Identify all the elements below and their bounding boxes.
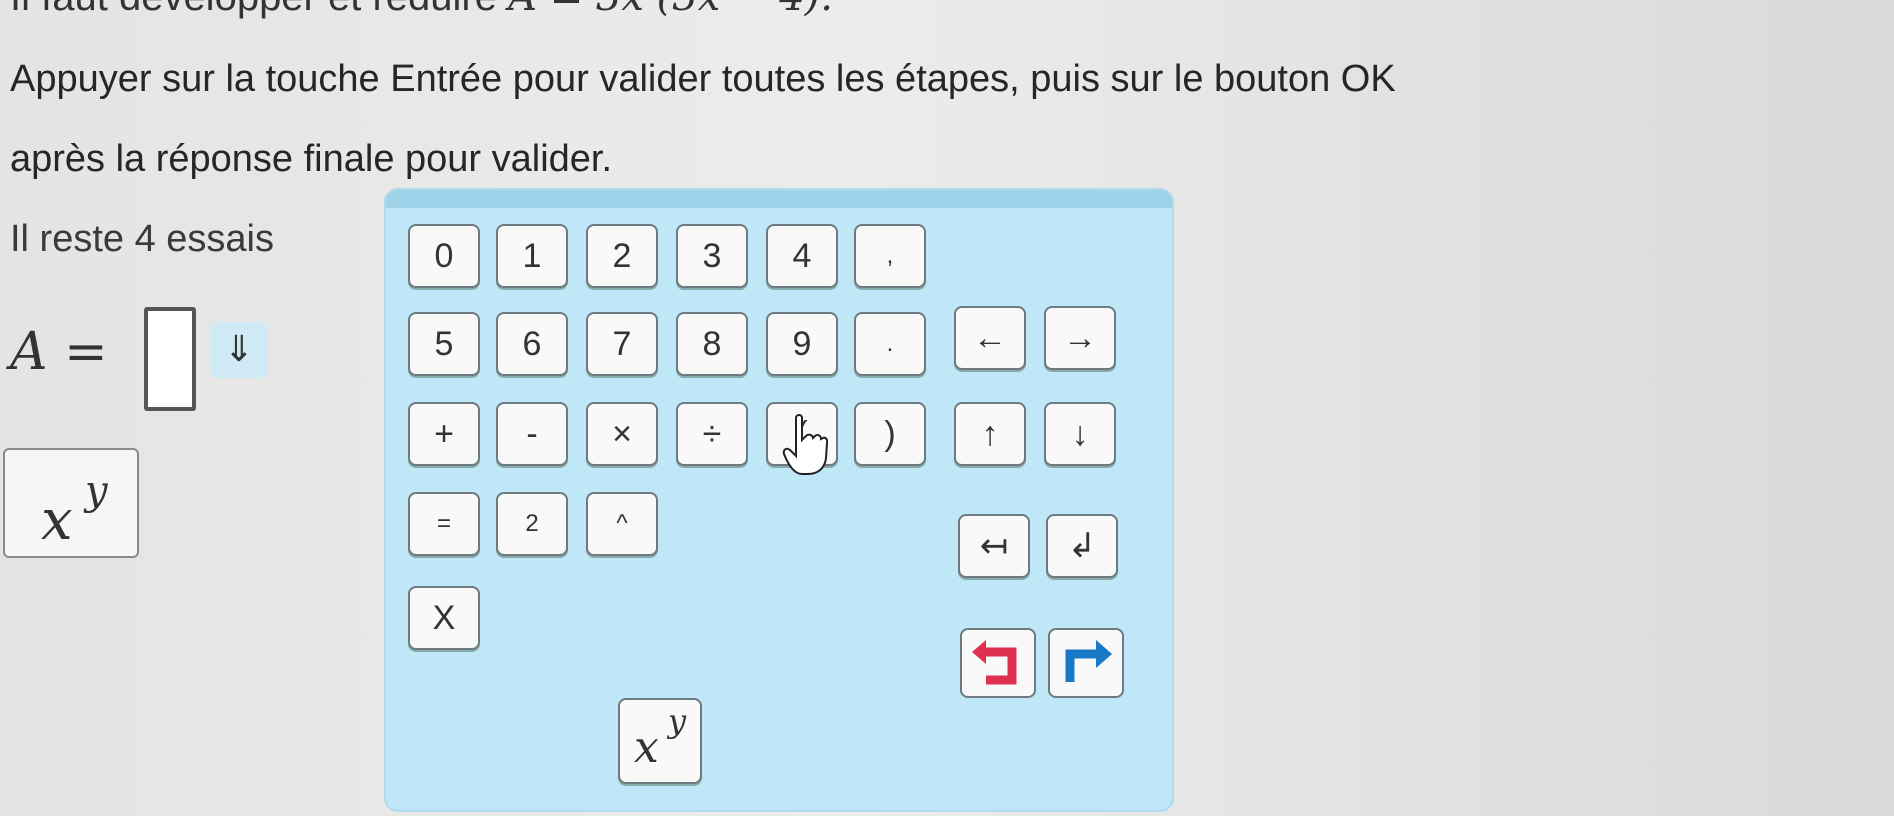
key-7[interactable]: 7	[586, 312, 658, 376]
key-3[interactable]: 3	[676, 224, 748, 288]
key-2[interactable]: 2	[586, 224, 658, 288]
key-4[interactable]: 4	[766, 224, 838, 288]
key-power-exponent: y	[668, 702, 687, 740]
virtual-keyboard: 0 1 2 3 4 , 5 6 7 8 9 . ← → + - × ÷ ( ) …	[386, 190, 1172, 810]
key-down-arrow[interactable]: ↓	[1044, 402, 1116, 466]
redo-icon	[1065, 640, 1112, 682]
answer-label: A =	[10, 322, 108, 382]
statement-text: Il faut développer et réduire	[10, 0, 508, 19]
key-6[interactable]: 6	[496, 312, 568, 376]
key-minus[interactable]: -	[496, 402, 568, 466]
key-left-arrow[interactable]: ←	[954, 306, 1026, 370]
power-exponent: y	[85, 468, 108, 514]
instruction-line-2: après la réponse finale pour valider.	[10, 138, 613, 180]
redo-button[interactable]	[1048, 628, 1124, 698]
undo-icon	[972, 640, 1017, 685]
instruction-line-1: Appuyer sur la touche Entrée pour valide…	[10, 58, 1396, 100]
key-enter[interactable]: ↲	[1046, 514, 1118, 578]
key-square[interactable]: 2	[496, 492, 568, 556]
key-equals[interactable]: =	[408, 492, 480, 556]
key-up-arrow[interactable]: ↑	[954, 402, 1026, 466]
key-5[interactable]: 5	[408, 312, 480, 376]
key-dot[interactable]: .	[854, 312, 926, 376]
key-backspace[interactable]: ↤	[958, 514, 1030, 578]
power-base: x	[41, 488, 73, 553]
undo-button[interactable]	[960, 628, 1036, 698]
remaining-attempts: Il reste 4 essais	[10, 218, 274, 260]
exercise-statement: Il faut développer et réduire A = 3x (3x…	[10, 0, 833, 20]
key-caret[interactable]: ^	[586, 492, 658, 556]
key-plus[interactable]: +	[408, 402, 480, 466]
key-comma[interactable]: ,	[854, 224, 926, 288]
key-close-paren[interactable]: )	[854, 402, 926, 466]
key-8[interactable]: 8	[676, 312, 748, 376]
key-variable-x[interactable]: X	[408, 586, 480, 650]
hand-cursor-icon	[782, 414, 828, 475]
key-times[interactable]: ×	[586, 402, 658, 466]
key-power-base: x	[634, 722, 659, 773]
key-divide[interactable]: ÷	[676, 402, 748, 466]
key-1[interactable]: 1	[496, 224, 568, 288]
key-9[interactable]: 9	[766, 312, 838, 376]
statement-formula: A = 3x (3x − 4).	[508, 0, 833, 20]
answer-input[interactable]	[144, 307, 196, 411]
key-right-arrow[interactable]: →	[1044, 306, 1116, 370]
toggle-keyboard-button[interactable]: ⇓	[210, 322, 268, 378]
power-button[interactable]: x y	[3, 448, 139, 558]
key-0[interactable]: 0	[408, 224, 480, 288]
key-power[interactable]: x y	[618, 698, 702, 784]
